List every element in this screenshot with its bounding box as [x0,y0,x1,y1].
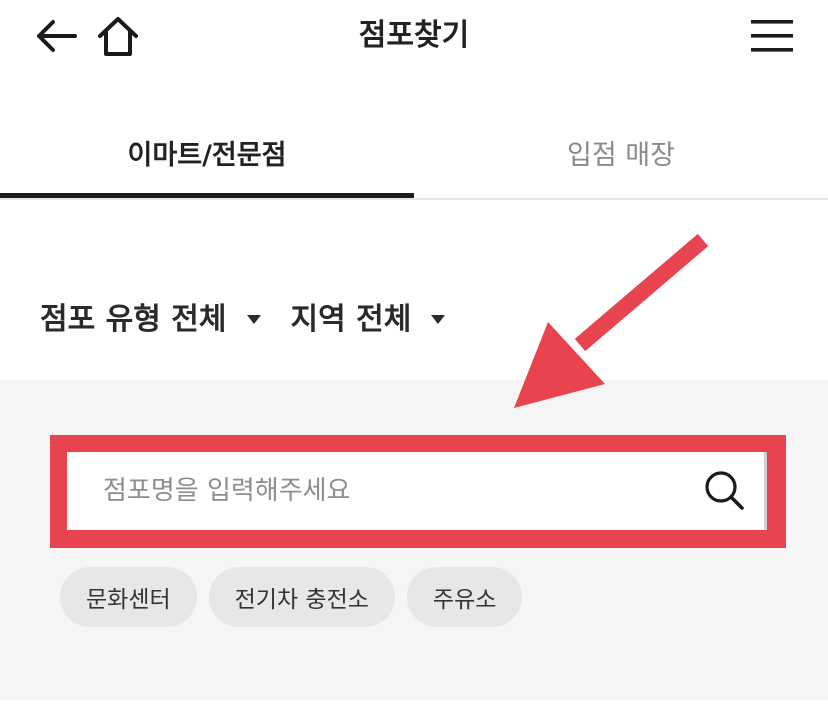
red-arrow-icon [514,233,709,408]
